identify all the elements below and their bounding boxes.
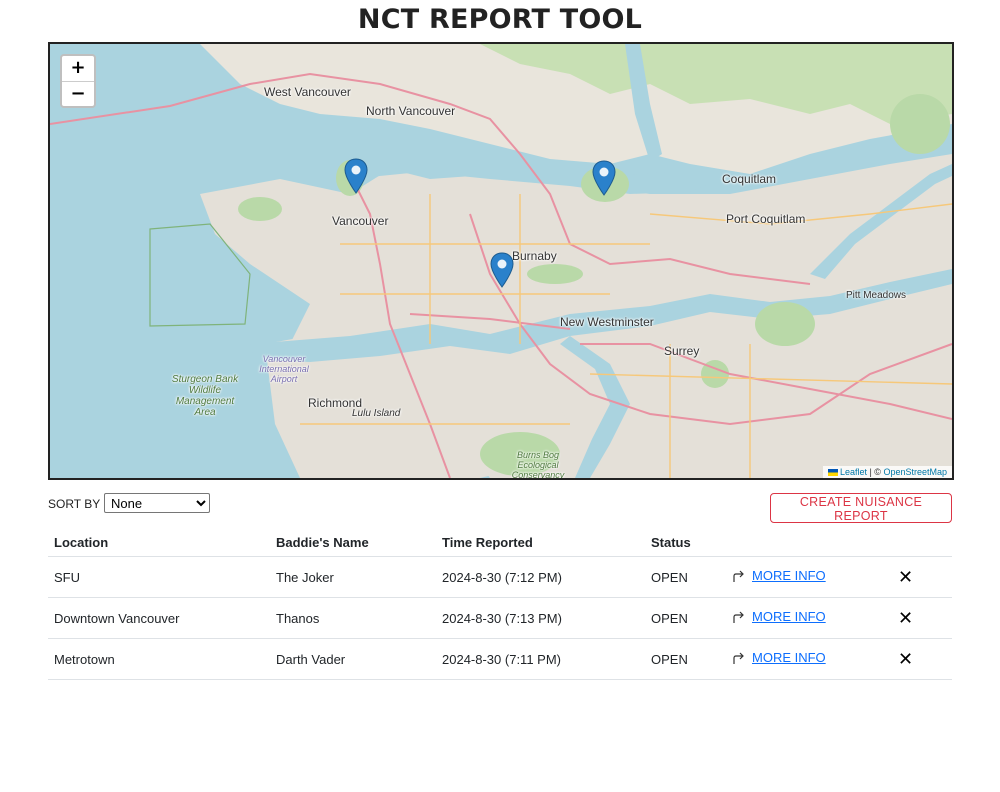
forward-arrow-icon — [733, 611, 744, 623]
map-marker-downtown-vancouver[interactable] — [344, 158, 368, 194]
label-surrey: Surrey — [664, 344, 700, 358]
more-info-link[interactable]: MORE INFO — [752, 609, 826, 624]
reports-table: Location Baddie's Name Time Reported Sta… — [48, 528, 952, 680]
label-burnaby: Burnaby — [512, 249, 557, 263]
zoom-in-button[interactable]: + — [62, 56, 94, 82]
attribution-separator: | © — [866, 467, 884, 477]
more-info-link[interactable]: MORE INFO — [752, 568, 826, 583]
cell-time-reported: 2024-8-30 (7:11 PM) — [436, 638, 645, 680]
cell-status: OPEN — [645, 597, 726, 639]
cell-delete: ✕ — [886, 638, 952, 680]
table-row: SFU The Joker 2024-8-30 (7:12 PM) OPEN M… — [48, 556, 952, 598]
table-row: Metrotown Darth Vader 2024-8-30 (7:11 PM… — [48, 638, 952, 680]
label-airport: Vancouver International Airport — [259, 354, 309, 384]
openstreetmap-link[interactable]: OpenStreetMap — [883, 467, 947, 477]
label-sturgeon-bank: Sturgeon Bank Wildlife Management Area — [171, 374, 239, 418]
delete-icon[interactable]: ✕ — [892, 608, 913, 629]
label-burns-bog: Burns Bog Ecological Conservancy — [511, 450, 565, 480]
sort-select[interactable]: None — [104, 493, 210, 513]
cell-more-info: MORE INFO — [726, 638, 886, 680]
map-attribution: Leaflet | © OpenStreetMap — [822, 466, 952, 478]
label-port-coquitlam: Port Coquitlam — [726, 212, 806, 226]
delete-icon[interactable]: ✕ — [892, 649, 913, 670]
cell-time-reported: 2024-8-30 (7:13 PM) — [436, 597, 645, 639]
map-pin-icon — [490, 252, 514, 288]
label-pitt-meadows: Pitt Meadows — [846, 290, 907, 301]
zoom-control: + − — [60, 54, 96, 108]
map-view[interactable]: West Vancouver North Vancouver Vancouver… — [48, 42, 954, 480]
label-new-westminster: New Westminster — [560, 315, 654, 329]
header-baddie-name: Baddie's Name — [270, 528, 436, 557]
zoom-out-button[interactable]: − — [62, 82, 94, 106]
map-marker-sfu[interactable] — [592, 160, 616, 196]
table-header-row: Location Baddie's Name Time Reported Sta… — [48, 528, 952, 557]
page-title: NCT REPORT TOOL — [357, 4, 643, 35]
leaflet-link[interactable]: Leaflet — [840, 467, 867, 477]
header-time-reported: Time Reported — [436, 528, 645, 557]
cell-status: OPEN — [645, 556, 726, 598]
forward-arrow-icon — [733, 570, 744, 582]
map-marker-metrotown[interactable] — [490, 252, 514, 288]
cell-baddie-name: Darth Vader — [270, 638, 436, 680]
cell-delete: ✕ — [886, 556, 952, 598]
cell-location: Downtown Vancouver — [48, 597, 270, 639]
cell-more-info: MORE INFO — [726, 556, 886, 598]
header-delete — [886, 528, 952, 557]
header-status: Status — [645, 528, 726, 557]
cell-delete: ✕ — [886, 597, 952, 639]
more-info-link[interactable]: MORE INFO — [752, 650, 826, 665]
cell-baddie-name: The Joker — [270, 556, 436, 598]
header-more — [726, 528, 886, 557]
map-pin-icon — [592, 160, 616, 196]
label-west-vancouver: West Vancouver — [264, 85, 351, 99]
label-vancouver: Vancouver — [332, 214, 389, 228]
cell-status: OPEN — [645, 638, 726, 680]
label-north-vancouver: North Vancouver — [366, 104, 456, 118]
forward-arrow-icon — [733, 652, 744, 664]
cell-location: SFU — [48, 556, 270, 598]
table-row: Downtown Vancouver Thanos 2024-8-30 (7:1… — [48, 597, 952, 639]
cell-time-reported: 2024-8-30 (7:12 PM) — [436, 556, 645, 598]
ukraine-flag-icon — [827, 469, 838, 476]
delete-icon[interactable]: ✕ — [892, 567, 913, 588]
cell-more-info: MORE INFO — [726, 597, 886, 639]
sort-label: SORT BY — [48, 497, 101, 511]
header-location: Location — [48, 528, 270, 557]
cell-location: Metrotown — [48, 638, 270, 680]
map-pin-icon — [344, 158, 368, 194]
label-coquitlam: Coquitlam — [722, 172, 777, 186]
label-lulu-island: Lulu Island — [352, 408, 401, 419]
cell-baddie-name: Thanos — [270, 597, 436, 639]
create-nuisance-report-button[interactable]: CREATE NUISANCE REPORT — [770, 493, 952, 523]
